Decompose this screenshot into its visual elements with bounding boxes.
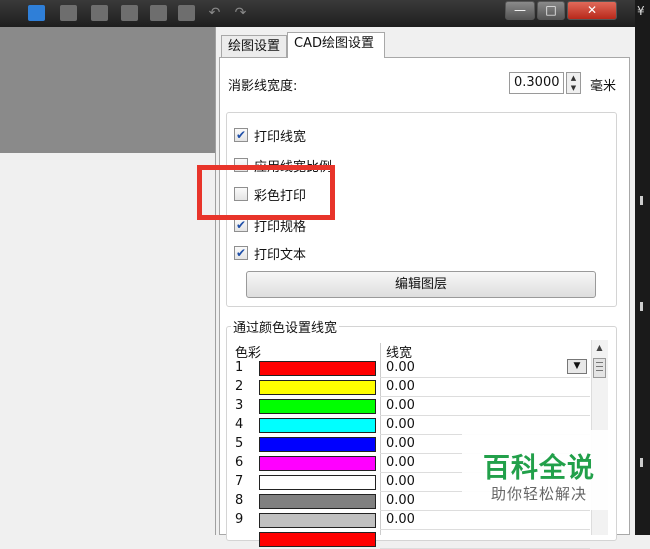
- line-width-value[interactable]: 0.00: [386, 493, 415, 508]
- row-separator: [380, 377, 590, 378]
- line-width-unit: 毫米: [590, 79, 617, 94]
- checkbox[interactable]: ✔: [234, 218, 248, 232]
- color-column-header: 色彩: [235, 346, 262, 361]
- edge-yen-symbol: ¥: [637, 4, 645, 18]
- color-row-number: 4: [235, 417, 244, 432]
- option-label: 打印文本: [254, 247, 307, 263]
- edge-marker: [640, 458, 643, 467]
- color-swatch[interactable]: [259, 437, 376, 452]
- line-width-value[interactable]: 0.00: [386, 455, 415, 470]
- chevron-down-icon[interactable]: ▼: [567, 359, 587, 374]
- color-row-number: 1: [235, 360, 244, 375]
- option-label: 打印线宽: [254, 129, 307, 145]
- color-swatch[interactable]: [259, 475, 376, 490]
- redo-icon[interactable]: ↷: [232, 5, 249, 21]
- column-divider: [380, 343, 381, 535]
- right-edge-strip: [635, 0, 650, 535]
- minimize-button[interactable]: —: [505, 1, 535, 20]
- color-swatch[interactable]: [259, 513, 376, 528]
- open-file-icon[interactable]: [91, 5, 108, 21]
- watermark-subtitle: 助你轻松解决: [491, 485, 588, 503]
- line-width-value[interactable]: 0.00: [386, 398, 415, 413]
- color-row-number: 2: [235, 379, 244, 394]
- line-width-label: 消影线宽度:: [228, 79, 298, 94]
- print-icon[interactable]: [178, 5, 195, 21]
- spin-down-icon[interactable]: ▼: [567, 83, 580, 93]
- spin-up-icon[interactable]: ▲: [567, 73, 580, 83]
- close-button[interactable]: ✕: [567, 1, 617, 20]
- row-separator: [380, 415, 590, 416]
- save-icon[interactable]: [121, 5, 138, 21]
- line-width-value[interactable]: 0.00: [386, 512, 415, 527]
- scroll-thumb[interactable]: [593, 358, 606, 378]
- color-row-number: 5: [235, 436, 244, 451]
- checkbox[interactable]: ✔: [234, 128, 248, 142]
- color-swatch[interactable]: [259, 399, 376, 414]
- line-width-input[interactable]: 0.3000: [509, 72, 564, 94]
- color-row-number: 3: [235, 398, 244, 413]
- color-swatch[interactable]: [259, 456, 376, 471]
- option-print-line-width[interactable]: ✔ 打印线宽: [234, 126, 307, 145]
- color-row-number: 6: [235, 455, 244, 470]
- width-column-header: 线宽: [386, 346, 413, 361]
- color-row-number: 7: [235, 474, 244, 489]
- annotation-highlight-box: [197, 165, 335, 220]
- row-separator: [380, 396, 590, 397]
- option-print-text[interactable]: ✔ 打印文本: [234, 244, 307, 263]
- line-width-value[interactable]: 0.00: [386, 436, 415, 451]
- drawing-preview: [0, 27, 220, 153]
- undo-icon[interactable]: ↶: [206, 5, 223, 21]
- tab-drawing-settings[interactable]: 绘图设置: [221, 35, 287, 59]
- line-width-value[interactable]: 0.00: [386, 379, 415, 394]
- color-group-title: 通过颜色设置线宽: [231, 317, 340, 336]
- watermark-title: 百科全说: [483, 453, 595, 484]
- edit-layers-button[interactable]: 编辑图层: [246, 271, 596, 298]
- edge-marker: [640, 196, 643, 205]
- color-swatch[interactable]: [259, 532, 376, 547]
- color-swatch[interactable]: [259, 380, 376, 395]
- maximize-button[interactable]: □: [537, 1, 565, 20]
- line-width-value[interactable]: 0.00: [386, 417, 415, 432]
- color-swatch[interactable]: [259, 361, 376, 376]
- color-row-number: 8: [235, 493, 244, 508]
- edge-marker: [640, 302, 643, 311]
- save-as-icon[interactable]: [150, 5, 167, 21]
- new-file-icon[interactable]: [60, 5, 77, 21]
- row-separator: [380, 529, 590, 530]
- tab-cad-drawing-settings[interactable]: CAD绘图设置: [287, 32, 385, 58]
- row-separator: [380, 510, 590, 511]
- app-icon[interactable]: [28, 5, 45, 21]
- line-width-spinner[interactable]: ▲ ▼: [566, 72, 581, 94]
- color-swatch[interactable]: [259, 494, 376, 509]
- scroll-up-icon[interactable]: ▲: [591, 340, 608, 356]
- line-width-value[interactable]: 0.00: [386, 360, 415, 375]
- checkbox[interactable]: ✔: [234, 246, 248, 260]
- line-width-value[interactable]: 0.00: [386, 474, 415, 489]
- color-swatch[interactable]: [259, 418, 376, 433]
- color-row-number: 9: [235, 512, 244, 527]
